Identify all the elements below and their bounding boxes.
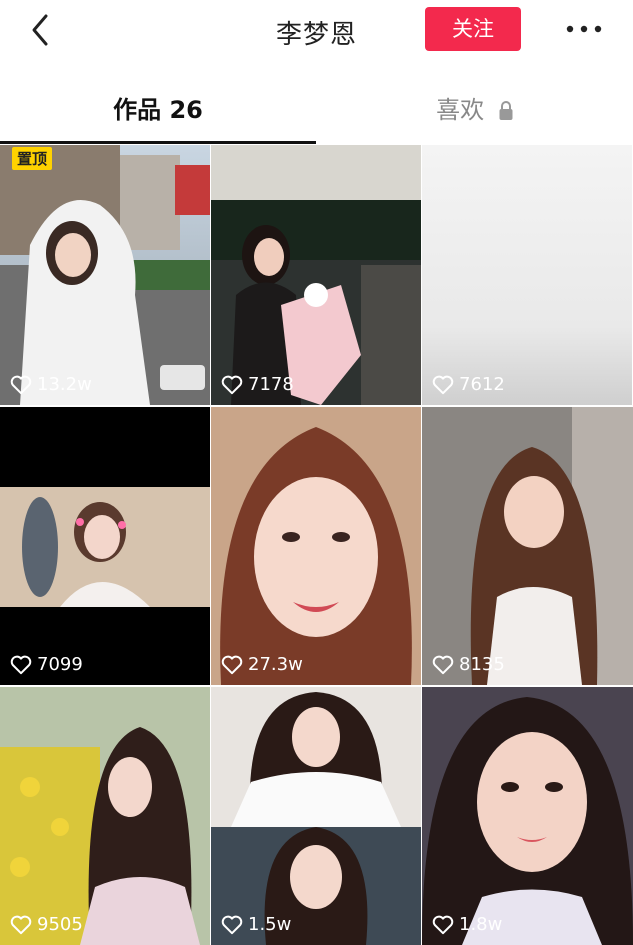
thumbnail-image: [0, 145, 210, 405]
heart-icon: [10, 655, 32, 674]
tab-likes-label: 喜欢: [436, 96, 485, 124]
heart-icon: [221, 655, 243, 674]
profile-tabs: 作品 26 喜欢: [0, 80, 633, 144]
pinned-badge: 置顶: [12, 147, 53, 170]
heart-icon: [432, 655, 454, 674]
video-thumbnail[interactable]: 8135: [422, 407, 633, 685]
like-count: 7099: [10, 654, 83, 675]
heart-icon: [221, 375, 243, 394]
profile-name-title: 李梦恩: [275, 20, 357, 50]
like-count-text: 1.5w: [248, 914, 292, 935]
video-thumbnail[interactable]: 7612: [422, 145, 632, 405]
like-count-text: 1.8w: [459, 914, 503, 935]
active-tab-indicator: [0, 141, 316, 144]
like-count: 8135: [432, 654, 505, 675]
video-thumbnail[interactable]: 9505: [0, 687, 210, 945]
thumbnail-image: [422, 687, 633, 945]
like-count: 1.5w: [221, 914, 291, 935]
thumbnail-image: [211, 145, 421, 405]
thumbnail-image: [0, 687, 210, 945]
like-count: 7612: [432, 374, 505, 395]
top-bar: 李梦恩 关注: [0, 0, 633, 62]
video-thumbnail[interactable]: 置顶 13.2w: [0, 145, 210, 405]
heart-icon: [432, 375, 454, 394]
thumbnail-image: [422, 145, 632, 405]
video-thumbnail[interactable]: 1.5w: [211, 687, 421, 945]
thumbnail-image: [0, 407, 210, 685]
tab-likes[interactable]: 喜欢: [317, 80, 633, 140]
thumbnail-image: [211, 687, 421, 945]
heart-icon: [221, 915, 243, 934]
tab-works-label: 作品 26: [113, 96, 203, 124]
thumbnail-image: [422, 407, 633, 685]
follow-button[interactable]: 关注: [425, 7, 521, 51]
video-thumbnail[interactable]: 7178: [211, 145, 421, 405]
video-thumbnail[interactable]: 27.3w: [211, 407, 421, 685]
video-thumbnail[interactable]: 7099: [0, 407, 210, 685]
like-count: 27.3w: [221, 654, 303, 675]
heart-icon: [10, 915, 32, 934]
like-count: 9505: [10, 914, 83, 935]
like-count-text: 8135: [459, 654, 505, 675]
heart-icon: [432, 915, 454, 934]
more-dots-icon: [566, 25, 602, 33]
like-count-text: 7178: [248, 374, 294, 395]
like-count-text: 7612: [459, 374, 505, 395]
like-count-text: 27.3w: [248, 654, 303, 675]
like-count-text: 7099: [37, 654, 83, 675]
tab-works[interactable]: 作品 26: [0, 80, 316, 140]
like-count: 7178: [221, 374, 294, 395]
lock-icon: [499, 101, 513, 120]
thumbnail-image: [211, 407, 421, 685]
like-count-text: 13.2w: [37, 374, 92, 395]
video-thumbnail[interactable]: 1.8w: [422, 687, 633, 945]
like-count-text: 9505: [37, 914, 83, 935]
heart-icon: [10, 375, 32, 394]
more-button[interactable]: [562, 14, 606, 44]
video-grid: 置顶 13.2w 7178 7612 7099 27.3w 8135 9505 …: [0, 145, 633, 945]
like-count: 13.2w: [10, 374, 92, 395]
like-count: 1.8w: [432, 914, 502, 935]
